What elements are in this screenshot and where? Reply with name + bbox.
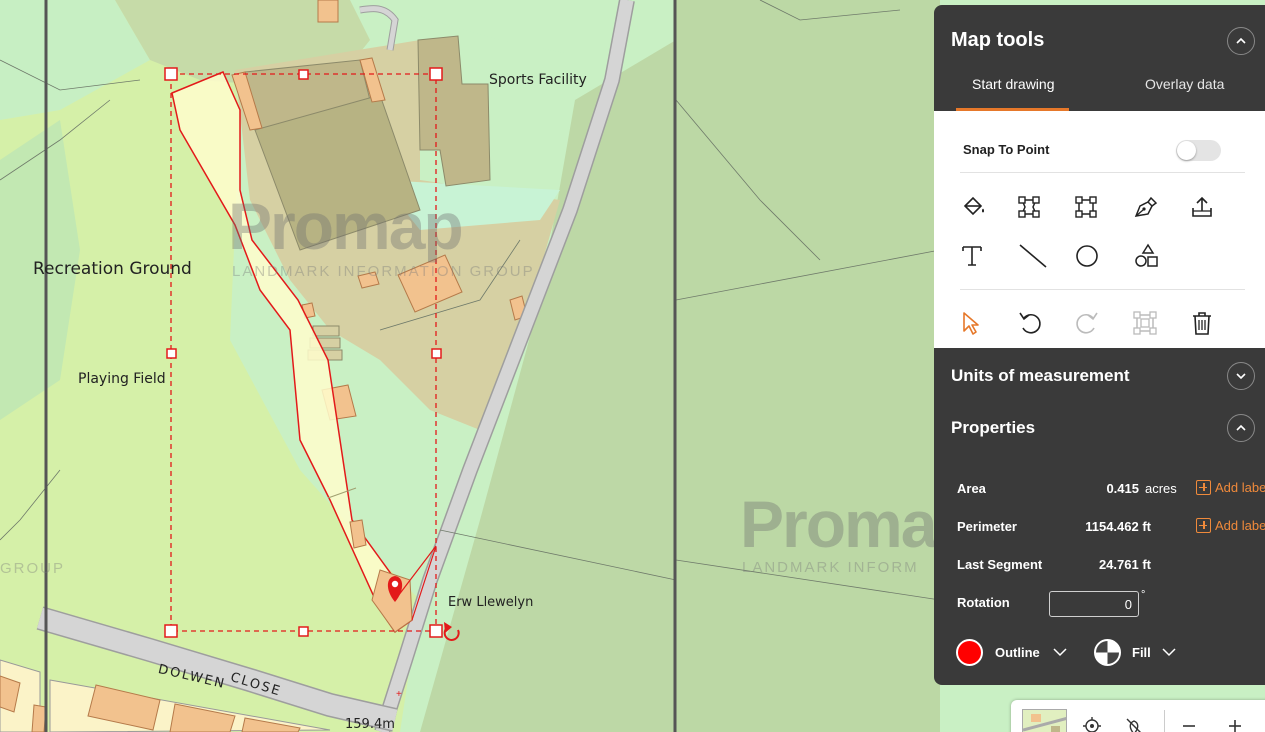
perimeter-add-label-button[interactable]: Add label	[1196, 518, 1265, 533]
tab-start-drawing[interactable]: Start drawing	[972, 76, 1054, 92]
line-icon[interactable]	[1018, 241, 1048, 271]
bounding-box-icon[interactable]	[1130, 308, 1160, 338]
fill-label[interactable]: Fill	[1132, 645, 1151, 660]
properties-title: Properties	[951, 418, 1036, 437]
add-label-text: Add label	[1215, 480, 1265, 495]
rotation-label: Rotation	[957, 595, 1010, 610]
pointer-icon[interactable]	[956, 308, 986, 338]
outline-color-swatch[interactable]	[956, 639, 983, 666]
perimeter-value: 1154.462 ft	[1085, 519, 1151, 534]
area-value: 0.415	[1106, 481, 1139, 496]
divider	[1164, 710, 1165, 732]
location-off-icon[interactable]	[1124, 716, 1144, 732]
rectangle-icon[interactable]	[1071, 192, 1101, 222]
upload-icon[interactable]	[1187, 192, 1217, 222]
shapes-icon[interactable]	[1131, 241, 1161, 271]
label-recreation-ground: Recreation Ground	[33, 259, 192, 279]
snap-to-point-label: Snap To Point	[963, 142, 1050, 157]
snap-to-point-toggle[interactable]	[1176, 140, 1221, 161]
degree-symbol: °	[1141, 589, 1146, 601]
paint-bucket-icon[interactable]	[959, 192, 989, 222]
plus-square-icon	[1196, 518, 1211, 533]
chevron-down-icon	[1236, 373, 1246, 380]
zoom-out-icon[interactable]	[1179, 716, 1199, 732]
zoom-in-icon[interactable]	[1225, 716, 1245, 732]
text-icon[interactable]	[957, 241, 987, 271]
divider	[960, 172, 1245, 173]
add-label-text: Add label	[1215, 518, 1265, 533]
plus-square-icon	[1196, 480, 1211, 495]
label-spot-height: 159.4m	[345, 717, 395, 732]
panel-header: Map tools Start drawing Overlay data	[934, 5, 1265, 111]
last-segment-label: Last Segment	[957, 557, 1043, 572]
divider	[960, 289, 1245, 290]
collapse-map-tools-button[interactable]	[1227, 27, 1255, 55]
toggle-knob	[1177, 141, 1196, 160]
last-segment-value: 24.761 ft	[1098, 557, 1151, 572]
area-label: Area	[957, 481, 986, 496]
rotation-input[interactable]	[1049, 591, 1139, 617]
outline-label[interactable]: Outline	[995, 645, 1040, 660]
label-sports-facility: Sports Facility	[489, 72, 587, 88]
trash-icon[interactable]	[1187, 308, 1217, 338]
units-of-measurement-title: Units of measurement	[951, 366, 1130, 385]
redo-icon[interactable]	[1072, 308, 1102, 338]
chevron-up-icon	[1236, 37, 1246, 44]
area-add-label-button[interactable]: Add label	[1196, 480, 1265, 495]
tab-overlay-data[interactable]: Overlay data	[1145, 76, 1224, 92]
fill-color-swatch[interactable]	[1094, 639, 1121, 666]
label-erw-llewelyn: Erw Llewelyn	[448, 595, 534, 610]
circle-icon[interactable]	[1072, 241, 1102, 271]
panel-title: Map tools	[951, 29, 1045, 51]
expand-units-button[interactable]	[1227, 362, 1255, 390]
pen-icon[interactable]	[1130, 192, 1160, 222]
map-controls-bar	[1011, 700, 1265, 732]
chevron-up-icon	[1236, 424, 1246, 431]
fill-dropdown-icon[interactable]	[1162, 646, 1176, 658]
basemap-thumbnail[interactable]	[1022, 709, 1067, 732]
perimeter-label: Perimeter	[957, 519, 1017, 534]
polygon-nodes-icon[interactable]	[1014, 192, 1044, 222]
area-unit: acres	[1145, 481, 1177, 496]
map-tools-panel: Map tools Start drawing Overlay data Sna…	[934, 5, 1265, 685]
label-playing-field: Playing Field	[78, 371, 166, 387]
svg-text:+: +	[396, 689, 402, 700]
drawing-tools-area: Snap To Point	[934, 111, 1265, 348]
collapse-properties-button[interactable]	[1227, 414, 1255, 442]
locate-icon[interactable]	[1082, 716, 1102, 732]
outline-dropdown-icon[interactable]	[1053, 646, 1067, 658]
undo-icon[interactable]	[1015, 308, 1045, 338]
